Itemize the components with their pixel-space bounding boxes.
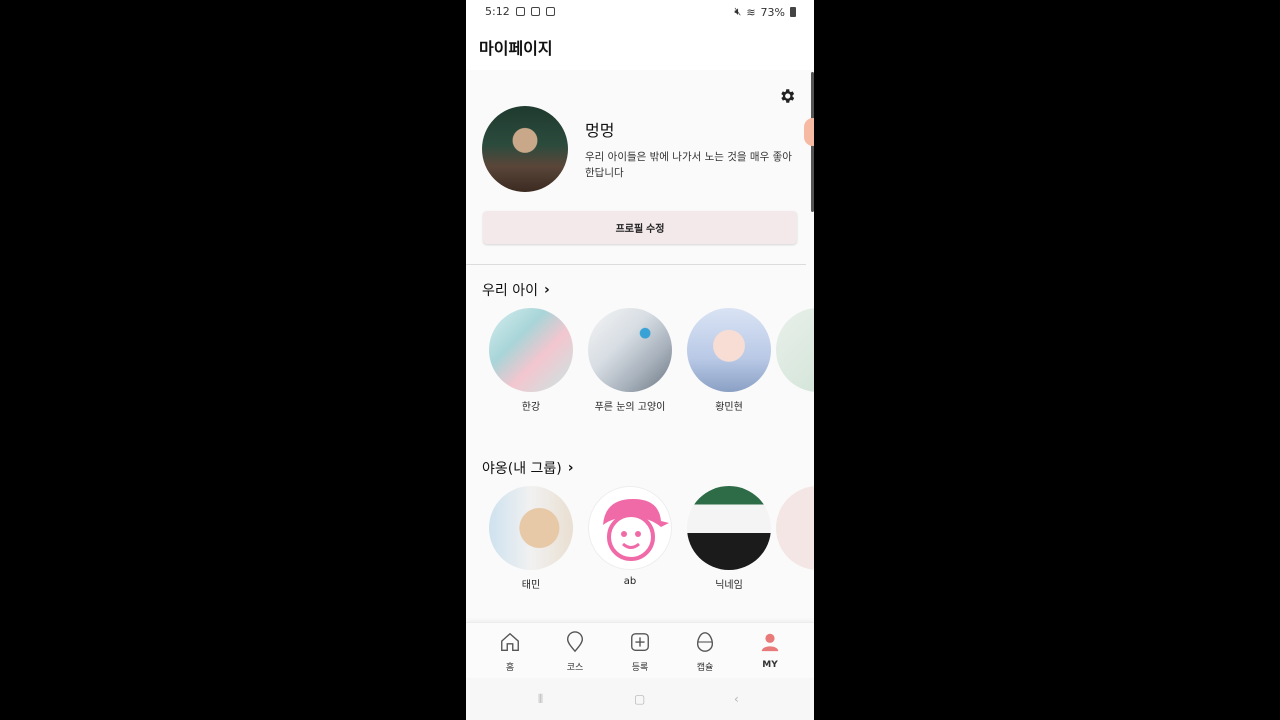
edit-profile-button[interactable]: 프로필 수정 <box>483 211 797 244</box>
status-time: 5:12 <box>485 5 510 18</box>
member-avatar[interactable] <box>687 486 771 570</box>
pet-item[interactable]: 황민현 <box>679 308 779 413</box>
pet-name: 푸른 눈의 고양이 <box>594 402 666 413</box>
group-section-title: 야옹(내 그룹) <box>482 461 562 477</box>
status-right: 🔇︎ ≋ 73% <box>734 5 796 19</box>
mute-icon: 🔇︎ <box>734 5 742 18</box>
nav-capsule[interactable]: 캡슐 <box>675 631 735 673</box>
member-avatar[interactable] <box>489 486 573 570</box>
member-item[interactable]: 태민 <box>481 486 581 591</box>
add-square-icon <box>631 633 649 651</box>
screenshot-icon <box>545 7 555 16</box>
group-members-list[interactable]: 태민 ab 닉네임 <box>466 486 814 596</box>
battery-percent: 73% <box>760 5 785 19</box>
profile-avatar[interactable] <box>482 106 568 192</box>
app-header: 마이페이지 <box>466 24 814 70</box>
home-icon <box>501 632 519 651</box>
member-avatar[interactable] <box>588 486 672 570</box>
pet-item[interactable]: 푸른 눈의 고양이 <box>580 308 680 413</box>
recent-apps-button[interactable]: ⫴ <box>538 692 543 707</box>
pets-section-header[interactable]: 우리 아이 › <box>482 280 550 300</box>
video-icon <box>530 7 540 16</box>
status-left: 5:12 <box>485 5 555 18</box>
nav-register[interactable]: 등록 <box>610 631 670 673</box>
member-name: 닉네임 <box>715 580 743 591</box>
phone-screen: 5:12 🔇︎ ≋ 73% 마이페이지 멍멍 우리 아이들은 밖에 나가서 노는… <box>466 0 814 720</box>
section-divider <box>466 264 806 265</box>
pet-item-partial[interactable] <box>776 308 814 392</box>
nav-my[interactable]: MY <box>740 631 800 670</box>
nav-capsule-label: 캡슐 <box>696 663 714 673</box>
nav-course[interactable]: 코스 <box>545 631 605 673</box>
pet-avatar[interactable] <box>588 308 672 392</box>
pet-name: 한강 <box>521 402 541 413</box>
member-name: ab <box>623 576 637 587</box>
chevron-right-icon[interactable]: › <box>544 282 550 298</box>
nav-home[interactable]: 홈 <box>480 631 540 673</box>
page-title: 마이페이지 <box>479 39 553 58</box>
bottom-nav: 홈 코스 등록 캡슐 MY <box>466 622 814 679</box>
main-content[interactable]: 멍멍 우리 아이들은 밖에 나가서 노는 것을 매우 좋아한답니다 프로필 수정… <box>466 70 814 622</box>
pet-avatar[interactable] <box>687 308 771 392</box>
member-item-partial[interactable] <box>776 486 814 570</box>
member-item[interactable]: 닉네임 <box>679 486 779 591</box>
capsule-egg-icon <box>696 632 714 652</box>
member-item[interactable]: ab <box>580 486 680 587</box>
pet-avatar[interactable] <box>776 308 814 392</box>
chevron-right-icon[interactable]: › <box>568 460 574 476</box>
profile-bio: 우리 아이들은 밖에 나가서 노는 것을 매우 좋아한답니다 <box>585 151 792 179</box>
notification-icon <box>515 7 525 16</box>
home-system-button[interactable]: ▢ <box>634 692 645 706</box>
pet-name: 황민현 <box>715 402 743 413</box>
pet-item[interactable]: 한강 <box>481 308 581 413</box>
system-nav-bar: ⫴ ▢ ‹ <box>466 678 814 720</box>
settings-gear-icon[interactable] <box>778 87 796 105</box>
nav-course-label: 코스 <box>566 663 584 673</box>
member-name: 태민 <box>521 580 541 591</box>
floating-handle[interactable] <box>804 118 814 146</box>
pets-list[interactable]: 한강 푸른 눈의 고양이 황민현 <box>466 308 814 418</box>
default-avatar-icon <box>603 499 669 561</box>
status-bar: 5:12 🔇︎ ≋ 73% <box>466 0 814 24</box>
battery-icon <box>790 7 796 17</box>
group-section-header[interactable]: 야옹(내 그룹) › <box>482 458 574 478</box>
pets-section-title: 우리 아이 <box>482 283 538 299</box>
location-pin-icon <box>566 631 584 653</box>
wifi-icon: ≋ <box>746 5 756 19</box>
back-button[interactable]: ‹ <box>734 692 739 706</box>
nav-my-label: MY <box>762 660 778 670</box>
pet-avatar[interactable] <box>489 308 573 392</box>
person-icon <box>761 633 779 652</box>
nav-home-label: 홈 <box>505 663 515 673</box>
nav-register-label: 등록 <box>631 663 649 673</box>
member-avatar[interactable] <box>776 486 814 570</box>
profile-name: 멍멍 <box>585 121 615 140</box>
